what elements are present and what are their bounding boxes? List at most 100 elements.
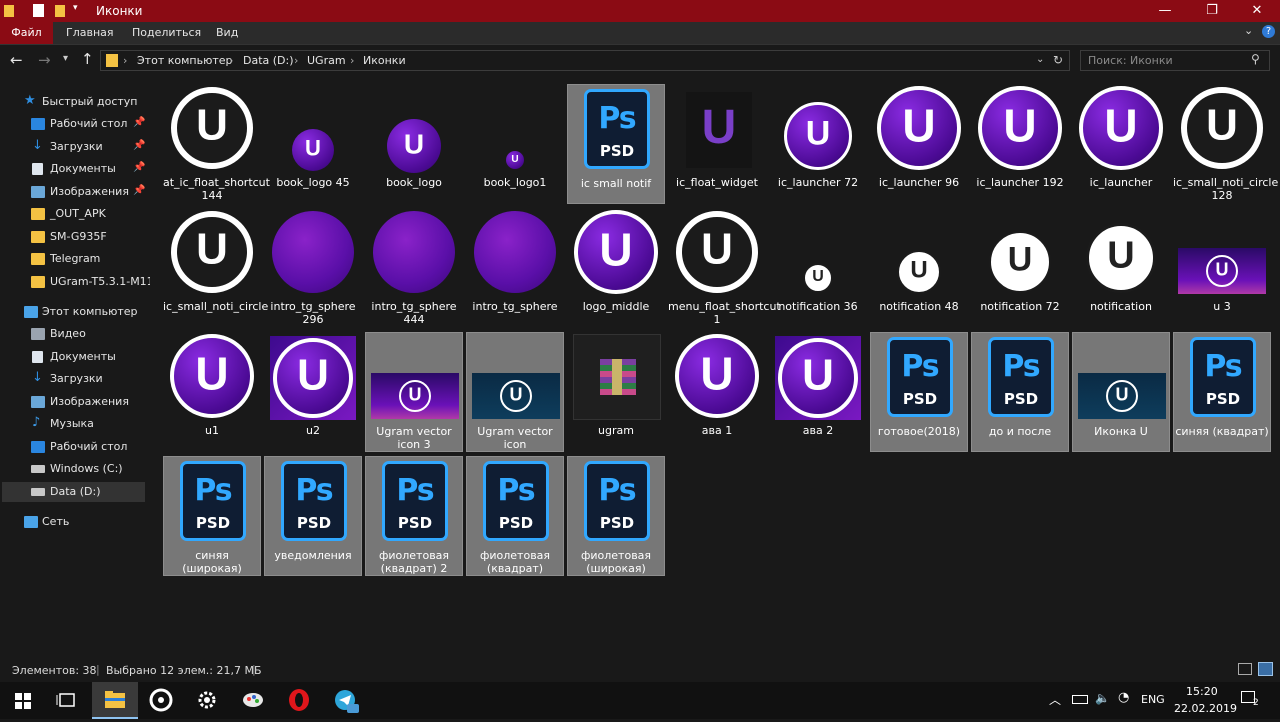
nav-pc-downloads[interactable]: ↓ Загрузки <box>0 369 150 389</box>
nav-this-pc[interactable]: Этот компьютер <box>0 302 150 322</box>
file-item[interactable]: Ps PSD готовое(2018) <box>870 332 968 452</box>
file-item[interactable]: Uic_launcher 72 <box>769 84 867 204</box>
nav-pc-videos[interactable]: Видео <box>0 324 150 344</box>
properties-icon[interactable] <box>33 4 44 17</box>
file-item[interactable]: Uic_small_noti_circle 128 <box>1173 84 1278 204</box>
breadcrumb-data-d[interactable]: Data (D:) <box>243 54 294 67</box>
refresh-icon[interactable]: ↻ <box>1053 53 1063 67</box>
nav-network[interactable]: Сеть <box>0 512 150 532</box>
taskbar-explorer[interactable] <box>92 682 138 719</box>
taskbar-settings[interactable] <box>184 682 230 719</box>
quick-access-toolbar-dropdown[interactable]: ▾ <box>73 3 78 13</box>
nav-item-telegram[interactable]: Telegram <box>0 249 150 269</box>
file-item[interactable]: Ps PSD синяя (широкая) <box>163 456 261 576</box>
nav-pc-music[interactable]: ♪ Музыка <box>0 414 150 434</box>
file-item[interactable]: U Ugram vector icon 3 <box>365 332 463 452</box>
show-hidden-icons[interactable]: ︿ <box>1049 691 1061 708</box>
nav-item-out-apk[interactable]: _OUT_APK <box>0 204 150 224</box>
file-item[interactable]: Ubook_logo 45 <box>264 84 362 204</box>
nav-quick-access[interactable]: ★ Быстрый доступ <box>0 92 150 112</box>
nav-item-sm-g935f[interactable]: SM-G935F <box>0 227 150 247</box>
start-button[interactable] <box>0 682 46 719</box>
file-item[interactable]: Uic_launcher <box>1072 84 1170 204</box>
file-item[interactable]: Unotification <box>1072 208 1170 328</box>
file-item[interactable]: U Ugram vector icon <box>466 332 564 452</box>
search-input[interactable]: Поиск: Иконки ⚲ <box>1080 50 1270 71</box>
address-bar[interactable]: › Этот компьютер › Data (D:) › UGram › И… <box>100 50 1070 71</box>
file-item[interactable]: intro_tg_sphere 296 <box>264 208 362 328</box>
file-item[interactable]: Umenu_float_shortcut 1 <box>668 208 781 328</box>
file-item[interactable]: intro_tg_sphere 444 <box>365 208 463 328</box>
ribbon-expand-icon[interactable]: ⌄ <box>1244 24 1253 37</box>
file-item[interactable]: Uic_launcher 192 <box>971 84 1069 204</box>
taskbar-obs[interactable] <box>138 682 184 719</box>
file-item[interactable]: Ubook_logo1 <box>466 84 564 204</box>
taskbar-opera[interactable] <box>276 682 322 719</box>
file-item[interactable]: Ulogo_middle <box>567 208 665 328</box>
nav-item-ugram-t5[interactable]: UGram-T5.3.1-M11. <box>0 272 150 292</box>
battery-icon[interactable] <box>1072 695 1088 704</box>
large-icons-view-icon[interactable] <box>1258 662 1273 676</box>
recent-locations-icon[interactable]: ▾ <box>63 53 68 64</box>
file-item[interactable]: Ps PSD ic small notif <box>567 84 665 204</box>
tab-home[interactable]: Главная <box>66 26 114 39</box>
clock-date[interactable]: 22.02.2019 <box>1174 702 1237 715</box>
nav-pc-windows-c[interactable]: Windows (C:) <box>0 459 150 479</box>
details-view-icon[interactable] <box>1238 663 1252 675</box>
file-item[interactable]: Unotification 36 <box>769 208 867 328</box>
file-item[interactable]: Uic_float_widget <box>668 84 766 204</box>
taskbar-paint[interactable] <box>230 682 276 719</box>
file-name: синяя (квадрат) <box>1175 425 1269 438</box>
file-item[interactable]: ugram <box>567 332 665 452</box>
file-item[interactable]: Ps PSD синяя (квадрат) <box>1173 332 1271 452</box>
file-name: menu_float_shortcut 1 <box>668 300 781 326</box>
forward-icon[interactable]: → <box>38 51 51 69</box>
language-indicator[interactable]: ENG <box>1141 693 1165 706</box>
new-folder-icon[interactable] <box>55 5 65 17</box>
nav-item-pictures[interactable]: Изображения 📌 <box>0 182 150 202</box>
file-item[interactable]: Unotification 48 <box>870 208 968 328</box>
help-icon[interactable]: ? <box>1262 25 1275 38</box>
file-item[interactable]: Uu 3 <box>1173 208 1271 328</box>
file-item[interactable]: Ubook_logo <box>365 84 463 204</box>
clock-time[interactable]: 15:20 <box>1186 685 1218 698</box>
file-item[interactable]: U Иконка U <box>1072 332 1170 452</box>
tab-share[interactable]: Поделиться <box>132 26 201 39</box>
file-item[interactable]: Ps PSD фиолетовая (квадрат) 2 <box>365 456 463 576</box>
wifi-icon[interactable]: ◔ <box>1118 690 1129 705</box>
file-item[interactable]: Uu2 <box>264 332 362 452</box>
taskbar-telegram[interactable] <box>322 682 368 719</box>
file-item[interactable]: Uic_small_noti_circle <box>163 208 268 328</box>
breadcrumb-this-pc[interactable]: Этот компьютер <box>137 54 233 67</box>
close-button[interactable]: ✕ <box>1234 0 1280 22</box>
breadcrumb-ugram[interactable]: UGram <box>307 54 346 67</box>
nav-pc-documents[interactable]: Документы <box>0 347 150 367</box>
task-view-button[interactable] <box>44 682 90 719</box>
file-item[interactable]: Ps PSD до и после <box>971 332 1069 452</box>
nav-pc-data-d[interactable]: Data (D:) <box>2 482 145 502</box>
file-item[interactable]: Unotification 72 <box>971 208 1069 328</box>
address-dropdown-icon[interactable]: ⌄ <box>1036 54 1044 65</box>
file-item[interactable]: Uat_ic_float_shortcut 144 <box>163 84 270 204</box>
volume-icon[interactable]: 🔈 <box>1095 691 1110 705</box>
file-item[interactable]: Ps PSD уведомления <box>264 456 362 576</box>
nav-pc-pictures[interactable]: Изображения <box>0 392 150 412</box>
nav-item-downloads[interactable]: ↓ Загрузки 📌 <box>0 137 150 157</box>
back-icon[interactable]: ← <box>10 51 23 69</box>
minimize-button[interactable]: — <box>1142 0 1188 22</box>
up-icon[interactable]: ↑ <box>81 50 94 68</box>
file-item[interactable]: Ps PSD фиолетовая (широкая) <box>567 456 665 576</box>
file-item[interactable]: Ps PSD фиолетовая (квадрат) <box>466 456 564 576</box>
file-item[interactable]: Uu1 <box>163 332 261 452</box>
maximize-button[interactable]: ❐ <box>1189 0 1235 22</box>
file-item[interactable]: intro_tg_sphere <box>466 208 564 328</box>
nav-item-desktop[interactable]: Рабочий стол 📌 <box>0 114 150 134</box>
nav-pc-desktop[interactable]: Рабочий стол <box>0 437 150 457</box>
breadcrumb-icons[interactable]: Иконки <box>363 54 406 67</box>
tab-view[interactable]: Вид <box>216 26 238 39</box>
file-item[interactable]: Uic_launcher 96 <box>870 84 968 204</box>
file-item[interactable]: Uава 2 <box>769 332 867 452</box>
tab-file[interactable]: Файл <box>0 22 53 44</box>
file-item[interactable]: Uава 1 <box>668 332 766 452</box>
nav-item-documents[interactable]: Документы 📌 <box>0 159 150 179</box>
